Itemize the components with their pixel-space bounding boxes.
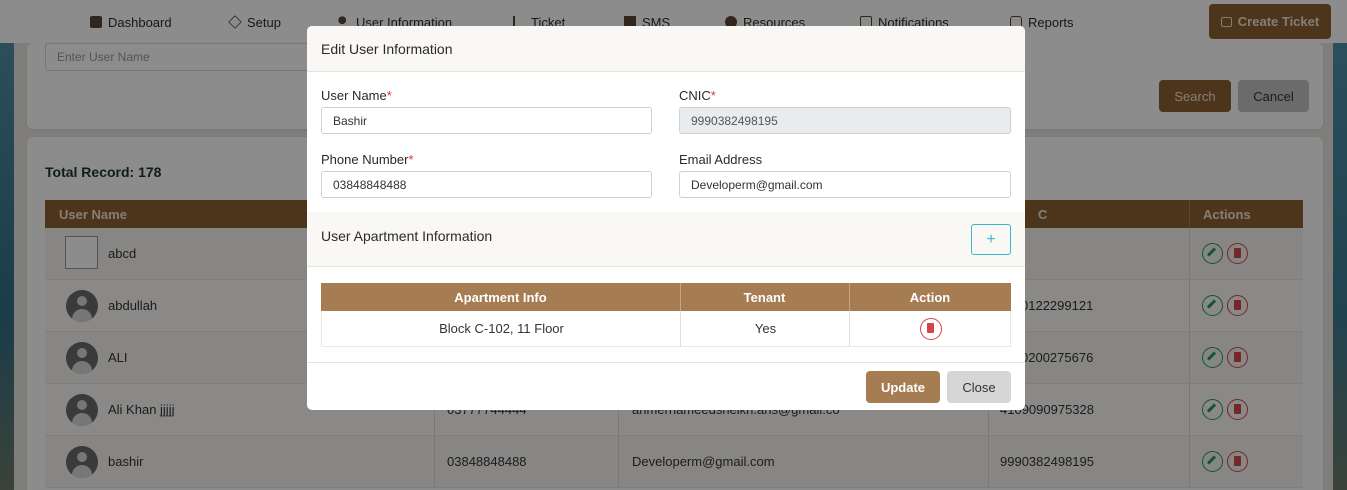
cnic-label: CNIC*: [679, 88, 716, 103]
header-apartment-info: Apartment Info: [454, 290, 547, 305]
modal-title: Edit User Information: [321, 41, 453, 57]
required-mark: *: [386, 88, 392, 103]
phone-number-label: Phone Number*: [321, 152, 414, 167]
email-address-field[interactable]: Developerm@gmail.com: [679, 171, 1011, 198]
cnic-label-text: CNIC: [679, 88, 711, 103]
user-name-label-text: User Name: [321, 88, 387, 103]
modal-footer: Update Close: [307, 362, 1025, 410]
required-mark: *: [710, 88, 716, 103]
email-value: Developerm@gmail.com: [691, 177, 823, 192]
cnic-field: 9990382498195: [679, 107, 1011, 134]
user-name-value: Bashir: [333, 113, 368, 128]
column-divider: [849, 311, 850, 347]
update-button[interactable]: Update: [866, 371, 940, 403]
apartment-row: Block C-102, 11 Floor Yes: [321, 311, 1011, 347]
delete-apartment-icon[interactable]: [920, 318, 942, 340]
update-label: Update: [880, 379, 926, 395]
close-label: Close: [962, 379, 996, 395]
add-apartment-button[interactable]: +: [971, 224, 1011, 255]
tenant-value: Yes: [754, 321, 777, 336]
apartment-section-title: User Apartment Information: [321, 228, 493, 244]
header-tenant: Tenant: [743, 290, 786, 305]
user-name-label: User Name*: [321, 88, 392, 103]
cnic-value: 9990382498195: [691, 113, 778, 128]
phone-number-field[interactable]: 03848848488: [321, 171, 652, 198]
phone-label-text: Phone Number: [321, 152, 409, 167]
required-mark: *: [408, 152, 414, 167]
phone-value: 03848848488: [333, 177, 407, 192]
user-name-field[interactable]: Bashir: [321, 107, 652, 134]
apartment-info: Block C-102, 11 Floor: [439, 321, 564, 336]
plus-icon: +: [986, 230, 996, 248]
edit-user-modal: Edit User Information User Name* Bashir …: [307, 26, 1025, 410]
apartment-table-header: Apartment Info Tenant Action: [321, 283, 1011, 311]
apartment-section-header: User Apartment Information +: [307, 212, 1025, 267]
header-action: Action: [909, 290, 951, 305]
email-address-label: Email Address: [679, 152, 763, 167]
close-button[interactable]: Close: [947, 371, 1011, 403]
modal-header: Edit User Information: [307, 26, 1025, 72]
